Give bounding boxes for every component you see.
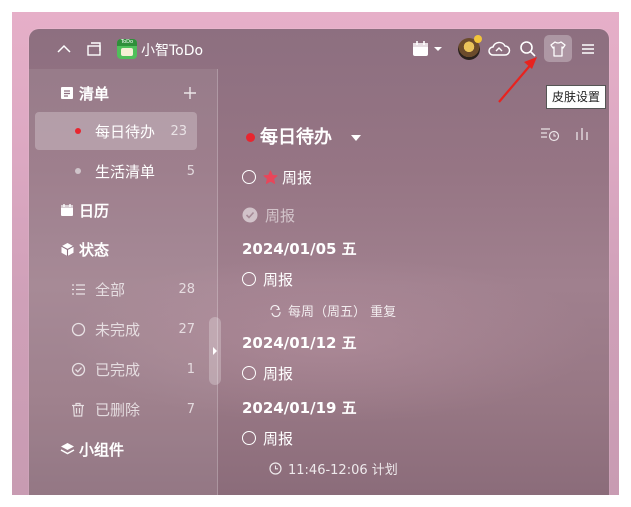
annotation-arrow-icon bbox=[498, 57, 537, 103]
tooltip: 皮肤设置 bbox=[546, 85, 607, 109]
screenshot-frame: ToDo 小智ToDo 清单 每日待办 23 生活清单 5 日历 状态 全部 2… bbox=[12, 12, 619, 495]
